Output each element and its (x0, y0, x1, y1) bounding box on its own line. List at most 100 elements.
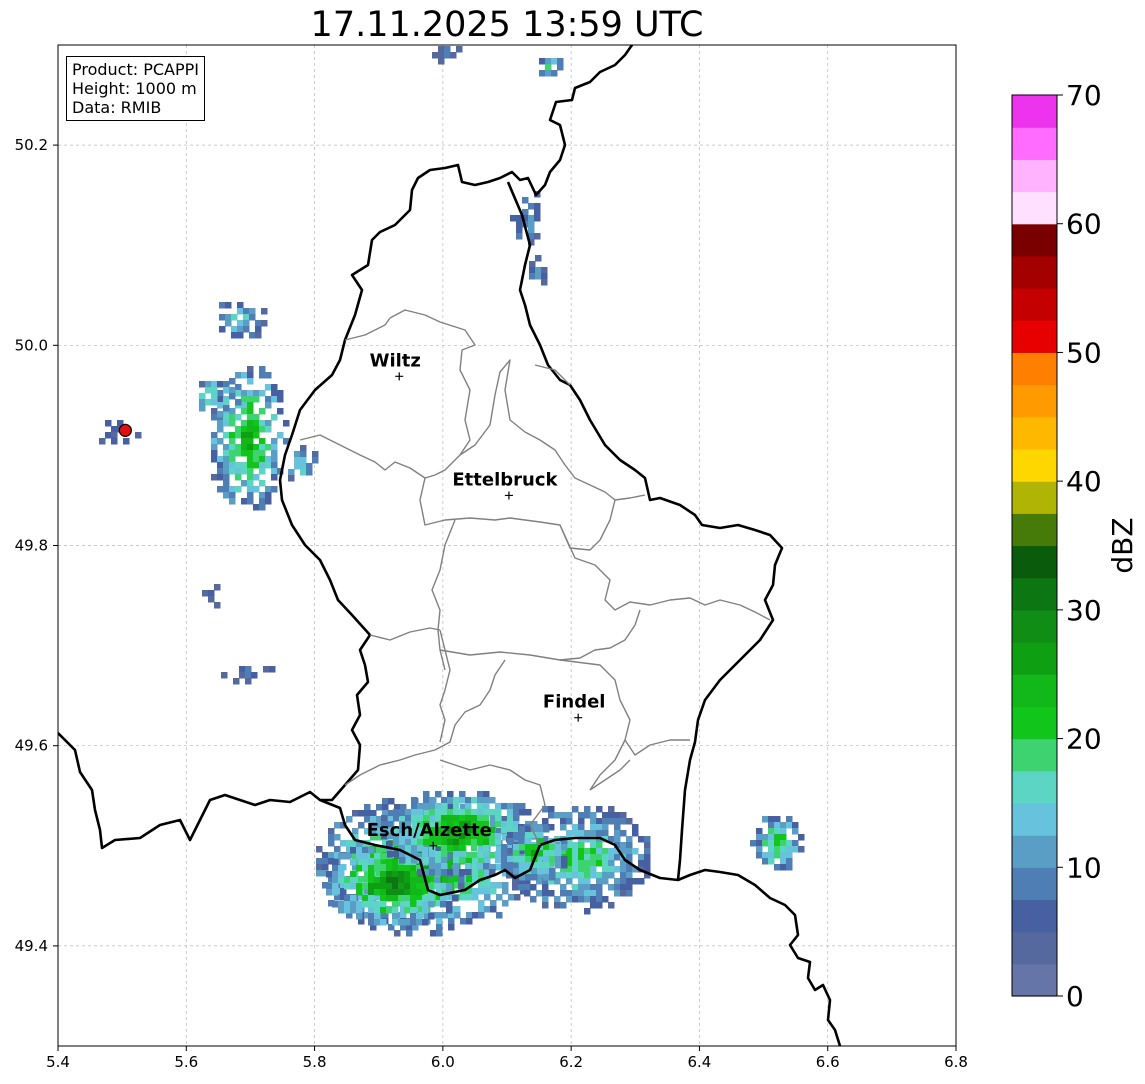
echo-cell (602, 878, 609, 885)
echo-cell (450, 52, 457, 59)
echo-cell (247, 402, 254, 409)
echo-cell (608, 812, 615, 819)
y-axis-ticks: 49.4 49.6 49.8 50.0 50.2 (15, 136, 58, 955)
echo-cell (416, 883, 423, 890)
echo-cell (334, 846, 341, 853)
echo-cell (602, 812, 609, 819)
echo-cell (332, 859, 339, 866)
echo-cell (632, 824, 639, 831)
colorbar-segment (1012, 416, 1057, 450)
echo-cell (602, 860, 609, 867)
echo-cell (386, 865, 393, 872)
echo-cell (548, 890, 555, 897)
echo-cell (602, 866, 609, 873)
echo-cell (205, 387, 212, 394)
echo-cell (241, 438, 248, 445)
echo-cell (460, 918, 467, 925)
echo-cell (217, 402, 224, 409)
echo-cell (217, 390, 224, 397)
product-info-box: Product: PCAPPI Height: 1000 m Data: RMI… (66, 56, 206, 121)
echo-cell (768, 834, 775, 841)
echo-cell (620, 878, 627, 885)
echo-cell (614, 854, 621, 861)
echo-cell (590, 872, 597, 879)
echo-cell (243, 314, 250, 321)
echo-cell (259, 420, 266, 427)
echo-cell (529, 273, 536, 280)
echo-cell (199, 381, 206, 388)
echo-cell (300, 457, 307, 464)
echo-cell (283, 420, 290, 427)
echo-cell (422, 901, 429, 908)
echo-cell (453, 863, 460, 870)
echo-cell (572, 860, 579, 867)
echo-cell (235, 474, 242, 481)
echo-cell (596, 842, 603, 849)
echo-cell (452, 895, 459, 902)
echo-cell (590, 890, 597, 897)
echo-cell (543, 850, 550, 857)
echo-cell (259, 438, 266, 445)
echo-cell (484, 894, 491, 901)
echo-cell (786, 846, 793, 853)
echo-cell (483, 863, 490, 870)
echo-cell (392, 895, 399, 902)
echo-cell (332, 877, 339, 884)
echo-cell (620, 842, 627, 849)
echo-cell (429, 851, 436, 858)
echo-cell (453, 809, 460, 816)
echo-cell (398, 895, 405, 902)
echo-cell (229, 414, 236, 421)
echo-cell (513, 803, 520, 810)
echo-cell (271, 396, 278, 403)
echo-cell (507, 809, 514, 816)
echo-cell (368, 913, 375, 920)
echo-cell (638, 878, 645, 885)
colorbar-segment (1012, 931, 1057, 965)
echo-cell (596, 872, 603, 879)
echo-cell (514, 894, 521, 901)
echo-cell (374, 859, 381, 866)
echo-cell (344, 907, 351, 914)
echo-cell (362, 883, 369, 890)
echo-cell (543, 868, 550, 875)
echo-cell (393, 809, 400, 816)
echo-cell (596, 884, 603, 891)
echo-cell (411, 803, 418, 810)
colorbar-segment (1012, 609, 1057, 643)
echo-cell (259, 480, 266, 487)
echo-cell (392, 889, 399, 896)
echo-cell (231, 314, 238, 321)
echo-cell (602, 848, 609, 855)
echo-cell (453, 797, 460, 804)
colorbar-segment (1012, 384, 1057, 418)
echo-cell (602, 830, 609, 837)
echo-cell (316, 858, 323, 865)
colorbar-tick-label: 60 (1066, 208, 1102, 241)
echo-cell (566, 830, 573, 837)
canton-boundary (589, 739, 626, 791)
echo-cell (446, 901, 453, 908)
echo-cell (211, 438, 218, 445)
echo-cell (410, 889, 417, 896)
echo-cell (265, 420, 272, 427)
echo-cell (483, 845, 490, 852)
echo-cell (501, 862, 508, 869)
echo-cell (211, 381, 218, 388)
echo-cell (265, 456, 272, 463)
echo-cell (211, 450, 218, 457)
echo-cell (626, 884, 633, 891)
echo-cell (590, 854, 597, 861)
colorbar-segment (1012, 706, 1057, 740)
x-tick-label: 6.6 (816, 1053, 840, 1071)
echo-cell (432, 52, 439, 59)
echo-cell (380, 883, 387, 890)
echo-cell (465, 863, 472, 870)
city-marker (574, 713, 583, 722)
echo-cell (356, 901, 363, 908)
colorbar-tick-label: 70 (1066, 79, 1102, 112)
echo-cell (237, 320, 244, 327)
echo-cell (438, 58, 445, 65)
echo-cell (529, 267, 536, 274)
echo-cell (483, 803, 490, 810)
